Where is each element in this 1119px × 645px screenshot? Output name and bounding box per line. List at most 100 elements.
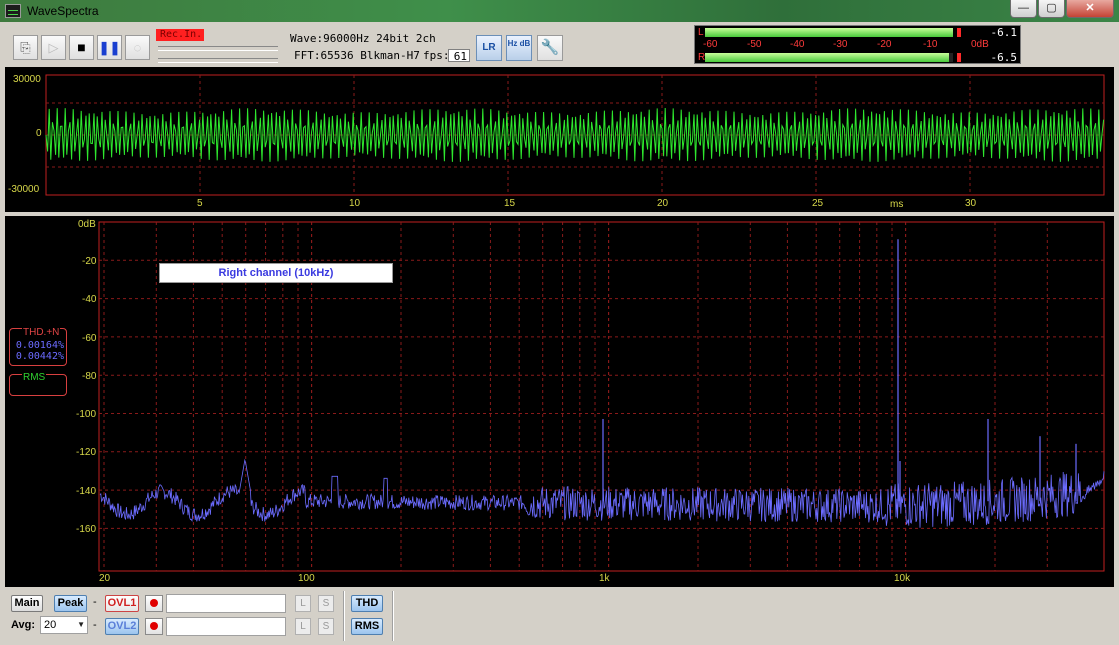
channel-label: Right channel (10kHz)	[159, 263, 393, 283]
avg-select[interactable]: 20 ▼	[40, 616, 88, 634]
peak-button[interactable]: Peak	[54, 595, 87, 612]
rec-in-indicator: Rec.In.	[156, 29, 204, 41]
lr-icon: LR	[482, 42, 496, 53]
meter-scale-40: -40	[790, 39, 805, 50]
rms-button[interactable]: RMS	[351, 618, 383, 635]
lr-button[interactable]: LR	[476, 35, 502, 61]
spec-x-tick-10k: 10k	[894, 573, 911, 584]
spec-y-tick-0db: 0dB	[78, 219, 96, 230]
close-button[interactable]: ✕	[1066, 0, 1114, 18]
ovl2-record-button[interactable]	[145, 618, 163, 635]
record-icon: ◌	[133, 40, 142, 55]
ovl1-indicator[interactable]: OVL1	[105, 595, 139, 612]
meter-right-bar	[705, 53, 961, 62]
dash-separator-2: -	[93, 619, 97, 631]
pause-button[interactable]: ❚❚	[97, 35, 122, 60]
ovl1-record-button[interactable]	[145, 595, 163, 612]
meter-left-peak	[957, 28, 961, 37]
divider	[343, 591, 345, 641]
rms-readout: RMS	[9, 372, 67, 396]
spec-x-tick-1k: 1k	[599, 573, 610, 584]
meter-scale-20: -20	[877, 39, 892, 50]
meter-scale-10: -10	[923, 39, 938, 50]
spec-y-tick-40: -40	[82, 294, 97, 305]
open-file-button[interactable]: ⎘	[13, 35, 38, 60]
hz-db-icon: Hz dB	[507, 39, 531, 48]
spec-x-tick-100: 100	[298, 573, 315, 584]
meter-left-bar	[705, 28, 961, 37]
open-file-icon: ⎘	[20, 40, 31, 55]
dash-separator-1: -	[93, 596, 97, 608]
fps-label: fps:	[423, 49, 450, 62]
ovl2-s-button[interactable]: S	[318, 618, 334, 635]
spec-y-tick-140: -140	[76, 486, 97, 497]
record-button[interactable]: ◌	[125, 35, 150, 60]
meter-left-fill	[705, 28, 953, 37]
thd-value-1: 0.00164%	[15, 340, 64, 351]
spec-y-tick-120: -120	[76, 447, 97, 458]
ovl2-l-button[interactable]: L	[295, 618, 311, 635]
wave-x-tick-25: 25	[812, 198, 824, 209]
ovl1-field[interactable]	[166, 594, 286, 613]
meter-right-value: -6.5	[990, 51, 1018, 64]
play-icon: ▷	[48, 40, 59, 55]
ovl2-indicator[interactable]: OVL2	[105, 618, 139, 635]
maximize-button[interactable]: ▢	[1038, 0, 1065, 18]
thd-readout: THD.+N 0.00164% 0.00442%	[9, 327, 67, 366]
thd-value-2: 0.00442%	[15, 351, 64, 362]
settings-button[interactable]: 🔧	[537, 35, 563, 61]
meter-right-peak	[957, 53, 961, 62]
wave-x-tick-15: 15	[504, 198, 516, 209]
ovl1-l-button[interactable]: L	[295, 595, 311, 612]
level-slider-top[interactable]	[158, 46, 278, 51]
waveform-panel[interactable]: 30000 0 -30000 5 10 15 20 25 ms 30	[5, 67, 1114, 212]
divider-2	[392, 591, 394, 641]
minimize-button[interactable]: —	[1010, 0, 1037, 18]
meter-scale-0db: 0dB	[971, 39, 989, 50]
meter-scale-50: -50	[747, 39, 762, 50]
pause-icon: ❚❚	[98, 40, 121, 55]
spec-y-tick-100: -100	[76, 409, 97, 420]
meter-scale-30: -30	[833, 39, 848, 50]
wave-x-tick-30: 30	[965, 198, 977, 209]
wave-y-tick-0: 0	[36, 128, 42, 139]
wave-x-unit: ms	[890, 199, 904, 210]
meter-left-value: -6.1	[990, 26, 1018, 39]
main-button[interactable]: Main	[11, 595, 43, 612]
spec-y-tick-60: -60	[82, 333, 97, 344]
wave-x-tick-5: 5	[197, 198, 203, 209]
level-slider-bottom[interactable]	[158, 58, 278, 63]
avg-value: 20	[44, 619, 57, 631]
wave-y-tick-minus30000: -30000	[8, 184, 40, 195]
waveform-plot	[45, 74, 1105, 196]
title-bar: WaveSpectra — ▢ ✕	[0, 0, 1119, 22]
fps-value: 61	[448, 49, 470, 63]
wave-info: Wave:96000Hz 24bit 2ch	[290, 32, 436, 45]
wrench-icon: 🔧	[540, 39, 560, 56]
spec-y-tick-160: -160	[76, 524, 97, 535]
wave-x-tick-10: 10	[349, 198, 361, 209]
ovl1-s-button[interactable]: S	[318, 595, 334, 612]
stop-icon: ■	[77, 39, 86, 55]
spec-x-tick-20: 20	[99, 573, 111, 584]
window-title: WaveSpectra	[27, 4, 99, 18]
wave-y-tick-30000: 30000	[13, 74, 41, 85]
spectrum-trace	[99, 458, 1105, 528]
fft-info: FFT:65536 Blkman-H7	[294, 49, 420, 62]
meter-right-fill	[705, 53, 949, 62]
wave-x-tick-20: 20	[657, 198, 669, 209]
stop-button[interactable]: ■	[69, 35, 94, 60]
meter-left-label: L	[698, 27, 704, 38]
spec-y-tick-80: -80	[82, 371, 97, 382]
level-meters: L -6.1 -60 -50 -40 -30 -20 -10 0dB R -6.…	[694, 25, 1021, 64]
rms-title: RMS	[22, 372, 47, 383]
thd-button[interactable]: THD	[351, 595, 383, 612]
hz-db-button[interactable]: Hz dB	[506, 35, 532, 61]
thd-title: THD.+N	[22, 327, 61, 338]
meter-scale-60: -60	[703, 39, 718, 50]
spec-y-tick-20: -20	[82, 256, 97, 267]
play-button[interactable]: ▷	[41, 35, 66, 60]
avg-label: Avg:	[11, 619, 36, 631]
ovl2-field[interactable]	[166, 617, 286, 636]
chevron-down-icon: ▼	[77, 620, 85, 629]
